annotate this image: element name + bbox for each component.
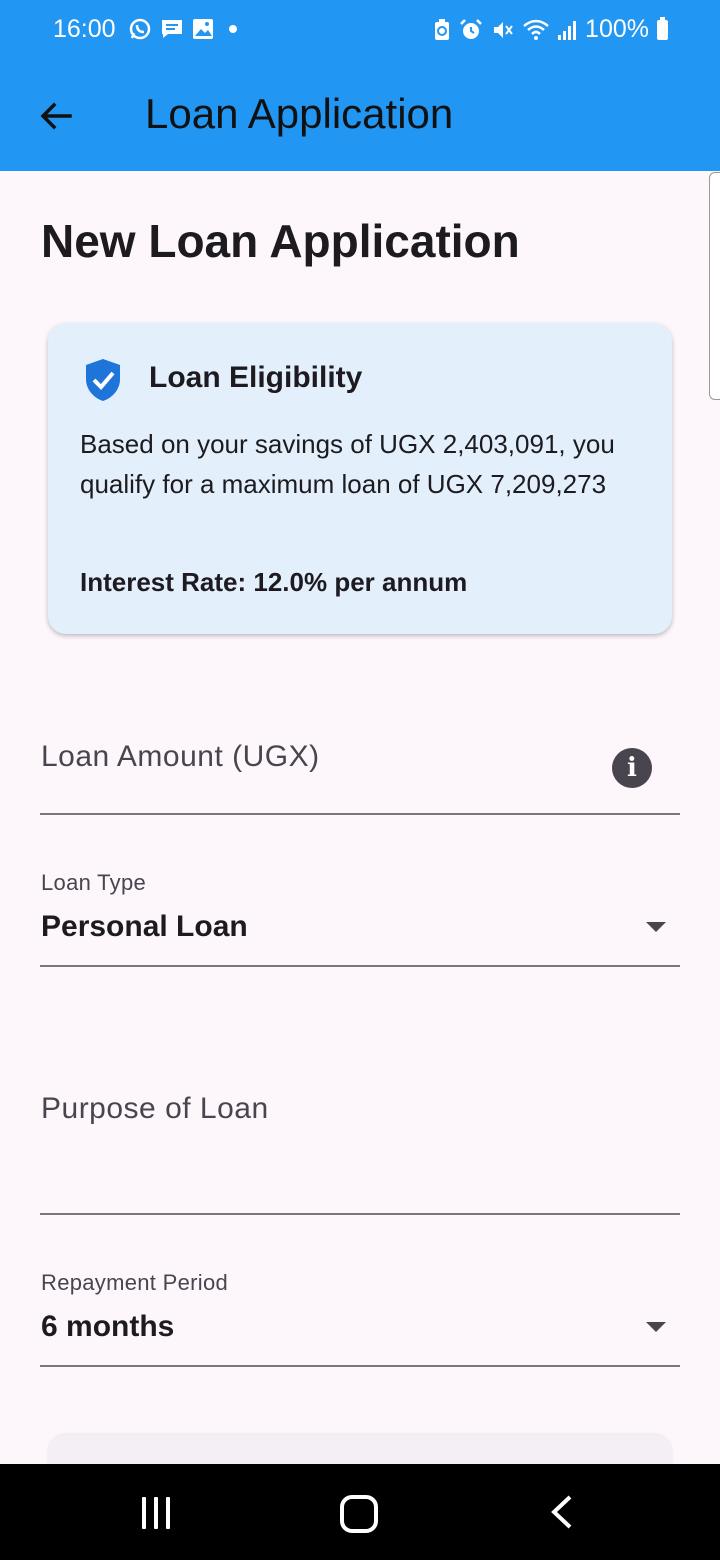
alarm-icon bbox=[460, 18, 482, 39]
repayment-period-value: 6 months bbox=[41, 1310, 175, 1343]
battery-icon bbox=[657, 16, 668, 40]
loan-amount-field[interactable]: Loan Amount (UGX) i bbox=[40, 720, 680, 815]
navigation-bar bbox=[0, 1464, 720, 1560]
home-icon[interactable] bbox=[340, 1495, 378, 1533]
notification-icons bbox=[128, 17, 240, 41]
system-icons: 100% bbox=[433, 15, 668, 44]
verified-shield-icon bbox=[86, 359, 120, 401]
loan-type-value: Personal Loan bbox=[41, 910, 248, 943]
loan-type-underline bbox=[40, 965, 680, 967]
status-bar: 16:00 100% bbox=[0, 0, 720, 60]
repayment-period-dropdown[interactable]: Repayment Period 6 months bbox=[40, 1266, 680, 1367]
app-bar: Loan Application bbox=[0, 60, 720, 171]
scrollbar[interactable] bbox=[709, 172, 720, 400]
eligibility-card: Loan Eligibility Based on your savings o… bbox=[48, 323, 672, 634]
recents-icon[interactable] bbox=[142, 1497, 170, 1529]
loan-type-dropdown[interactable]: Loan Type Personal Loan bbox=[40, 866, 680, 967]
mute-icon bbox=[494, 21, 513, 38]
eligibility-description: Based on your savings of UGX 2,403,091, … bbox=[80, 429, 615, 499]
battery-saver-icon bbox=[435, 18, 450, 40]
status-time: 16:00 bbox=[53, 15, 116, 43]
repayment-period-label: Repayment Period bbox=[41, 1270, 229, 1295]
chevron-down-icon[interactable] bbox=[646, 1322, 666, 1332]
repayment-period-underline bbox=[40, 1365, 680, 1367]
dot-icon bbox=[229, 25, 237, 33]
eligibility-title: Loan Eligibility bbox=[149, 361, 363, 394]
loan-amount-underline bbox=[40, 813, 680, 815]
purpose-underline bbox=[40, 1213, 680, 1215]
loan-type-label: Loan Type bbox=[41, 870, 147, 895]
wifi-icon bbox=[523, 19, 549, 40]
back-arrow-icon[interactable] bbox=[36, 96, 76, 136]
info-icon[interactable]: i bbox=[612, 748, 652, 788]
signal-icon bbox=[558, 20, 577, 40]
interest-rate: Interest Rate: 12.0% per annum bbox=[80, 567, 468, 597]
message-icon bbox=[162, 20, 182, 38]
loan-amount-placeholder: Loan Amount (UGX) bbox=[41, 740, 320, 773]
purpose-field[interactable]: Purpose of Loan bbox=[40, 1072, 680, 1215]
app-bar-title: Loan Application bbox=[145, 90, 454, 137]
page-title: New Loan Application bbox=[41, 215, 520, 267]
purpose-placeholder: Purpose of Loan bbox=[41, 1092, 269, 1125]
battery-percent: 100% bbox=[585, 15, 649, 43]
back-nav-icon[interactable] bbox=[548, 1494, 576, 1530]
whatsapp-icon bbox=[129, 18, 151, 40]
chevron-down-icon[interactable] bbox=[646, 922, 666, 932]
gallery-icon bbox=[193, 19, 213, 39]
